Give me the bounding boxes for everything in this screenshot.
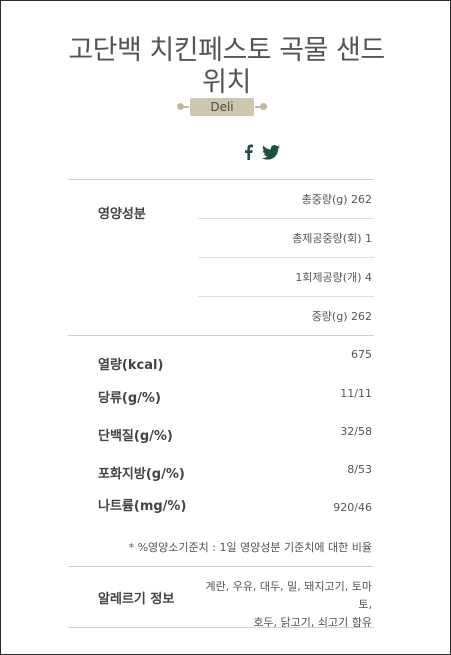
divider bbox=[68, 335, 374, 336]
fact-label-protein: 단백질(g/%) bbox=[98, 429, 173, 444]
divider bbox=[68, 179, 374, 180]
serving-row-serving-size: 1회제공량(개) 4 bbox=[295, 271, 372, 284]
fact-label-sugars: 당류(g/%) bbox=[98, 391, 161, 406]
fact-label-saturated-fat: 포화지방(g/%) bbox=[98, 467, 185, 482]
serving-row-servings: 총제공중량(회) 1 bbox=[292, 232, 372, 245]
facebook-icon[interactable] bbox=[244, 144, 253, 164]
tag-ornament-right bbox=[260, 103, 267, 110]
fact-value-protein: 32/58 bbox=[340, 425, 372, 438]
nutrition-section-label: 영양성분 bbox=[98, 207, 146, 222]
allergy-label: 알레르기 정보 bbox=[98, 592, 175, 607]
twitter-icon[interactable] bbox=[262, 144, 280, 164]
serving-row-total-weight: 총중량(g) 262 bbox=[301, 193, 372, 206]
row-divider bbox=[198, 218, 374, 219]
fact-label-calories: 열량(kcal) bbox=[98, 358, 164, 373]
row-divider bbox=[198, 257, 374, 258]
fact-label-sodium: 나트륨(mg/%) bbox=[98, 499, 187, 514]
fact-value-sugars: 11/11 bbox=[340, 387, 372, 400]
allergy-info: 계란, 우유, 대두, 밀, 돼지고기, 토마토, 호두, 닭고기, 쇠고기 함… bbox=[202, 578, 372, 632]
allergy-line-1: 계란, 우유, 대두, 밀, 돼지고기, 토마토, bbox=[205, 580, 372, 611]
tag-line-left bbox=[179, 106, 189, 108]
row-divider bbox=[198, 296, 374, 297]
product-detail-panel: 고단백 치킨페스토 곡물 샌드 위치 Deli 영양성분 총중량(g) 262 … bbox=[0, 0, 451, 655]
allergy-line-2: 호두, 닭고기, 쇠고기 함유 bbox=[253, 616, 372, 629]
product-title-line-2: 위치 bbox=[202, 67, 251, 98]
category-tag: Deli bbox=[177, 98, 267, 116]
category-tag-label: Deli bbox=[190, 98, 254, 116]
product-title: 고단백 치킨페스토 곡물 샌드 위치 bbox=[41, 35, 412, 99]
fact-value-calories: 675 bbox=[351, 348, 372, 361]
fact-value-saturated-fat: 8/53 bbox=[347, 463, 372, 476]
divider bbox=[68, 627, 374, 628]
fact-value-sodium: 920/46 bbox=[333, 501, 372, 514]
product-title-line-1: 고단백 치킨페스토 곡물 샌드 bbox=[68, 35, 385, 66]
serving-row-weight: 중량(g) 262 bbox=[311, 310, 372, 323]
share-buttons bbox=[244, 144, 280, 164]
daily-value-note: * %영양소기준치 : 1일 영양성분 기준치에 대한 비율 bbox=[128, 541, 372, 554]
divider bbox=[68, 566, 374, 567]
